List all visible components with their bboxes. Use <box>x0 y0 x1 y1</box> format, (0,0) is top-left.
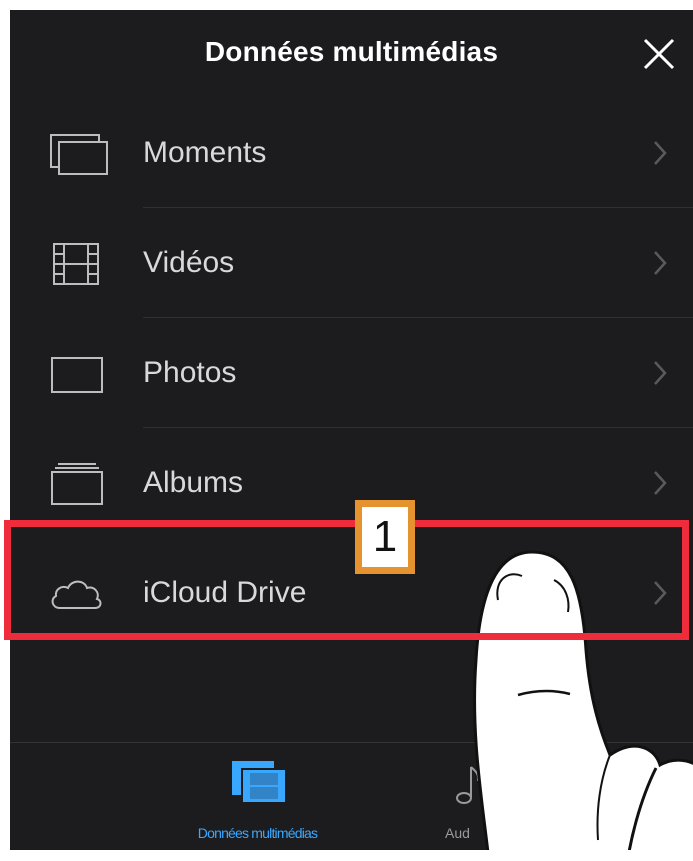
chevron-right-icon <box>654 251 667 275</box>
menu-item-label: Photos <box>143 356 237 389</box>
chevron-right-icon <box>654 471 667 495</box>
tab-label: Données multimédias <box>197 825 318 841</box>
menu-item-photos[interactable]: Photos <box>10 318 693 428</box>
media-film-icon <box>232 761 287 804</box>
menu-item-videos[interactable]: Vidéos <box>10 208 693 318</box>
page-title: Données multimédias <box>204 36 499 67</box>
media-picker-screen: Données multimédias Moments Vidéos Photo… <box>10 10 693 850</box>
tab-media[interactable]: Données multimédias <box>170 755 345 841</box>
moments-icon <box>50 134 108 175</box>
photo-icon <box>51 357 103 393</box>
step-badge: 1 <box>355 500 415 574</box>
menu-item-label: Albums <box>143 466 244 499</box>
menu-item-label: Moments <box>143 136 267 169</box>
chevron-right-icon <box>654 361 667 385</box>
chevron-right-icon <box>654 141 667 165</box>
close-icon[interactable] <box>639 34 679 74</box>
menu-item-label: Vidéos <box>143 246 235 279</box>
album-stack-icon <box>51 463 103 505</box>
header-bar: Données multimédias <box>10 10 693 98</box>
menu-item-moments[interactable]: Moments <box>10 98 693 208</box>
film-icon <box>53 243 99 285</box>
highlight-box <box>4 520 689 640</box>
